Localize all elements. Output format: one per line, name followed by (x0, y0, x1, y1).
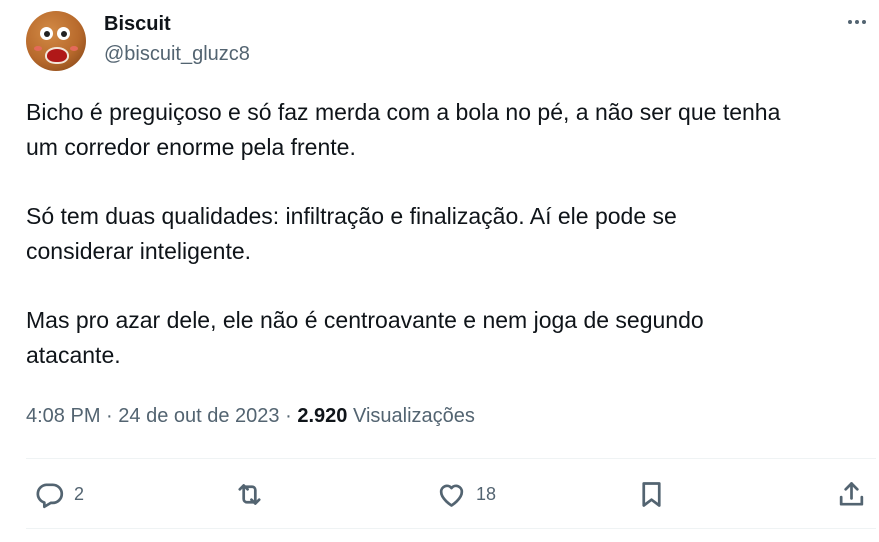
views-count: 2.920 (297, 405, 348, 427)
views-label: Visualizações (352, 405, 475, 427)
like-button[interactable]: 18 (436, 477, 496, 511)
like-count: 18 (476, 483, 497, 504)
reply-button[interactable]: 2 (34, 477, 84, 511)
more-options-icon[interactable] (848, 20, 874, 30)
divider (26, 458, 876, 459)
tweet-paragraph: Mas pro azar dele, ele não é centroavant… (26, 307, 704, 368)
avatar-cheek (70, 46, 78, 51)
heart-icon (439, 484, 464, 507)
divider (26, 528, 876, 529)
retweet-button[interactable] (234, 477, 274, 511)
share-icon (839, 481, 864, 506)
author-name[interactable]: Biscuit (104, 13, 171, 36)
meta-separator: · (285, 405, 292, 427)
reply-count: 2 (74, 483, 85, 504)
author-handle[interactable]: @biscuit_gluzc8 (104, 43, 250, 66)
tweet-date[interactable]: 24 de out de 2023 (118, 405, 279, 427)
bookmark-icon (642, 481, 661, 507)
avatar-cheek (34, 46, 42, 51)
tweet-time[interactable]: 4:08 PM (26, 405, 100, 427)
bookmark-button[interactable] (636, 477, 676, 511)
meta-separator: · (106, 405, 113, 427)
tweet-text: Bicho é preguiçoso e só faz merda com a … (26, 95, 876, 407)
reply-icon (36, 482, 64, 508)
avatar-mouth (45, 47, 69, 64)
avatar-eye (57, 27, 70, 40)
tweet-paragraph: Só tem duas qualidades: infiltração e fi… (26, 203, 677, 264)
avatar-eye (40, 27, 53, 40)
share-button[interactable] (836, 477, 876, 511)
avatar[interactable] (26, 11, 86, 71)
tweet-paragraph: Bicho é preguiçoso e só faz merda com a … (26, 99, 781, 160)
tweet-meta: 4:08 PM · 24 de out de 2023 · 2.920 Visu… (26, 405, 475, 428)
retweet-icon (238, 483, 261, 505)
